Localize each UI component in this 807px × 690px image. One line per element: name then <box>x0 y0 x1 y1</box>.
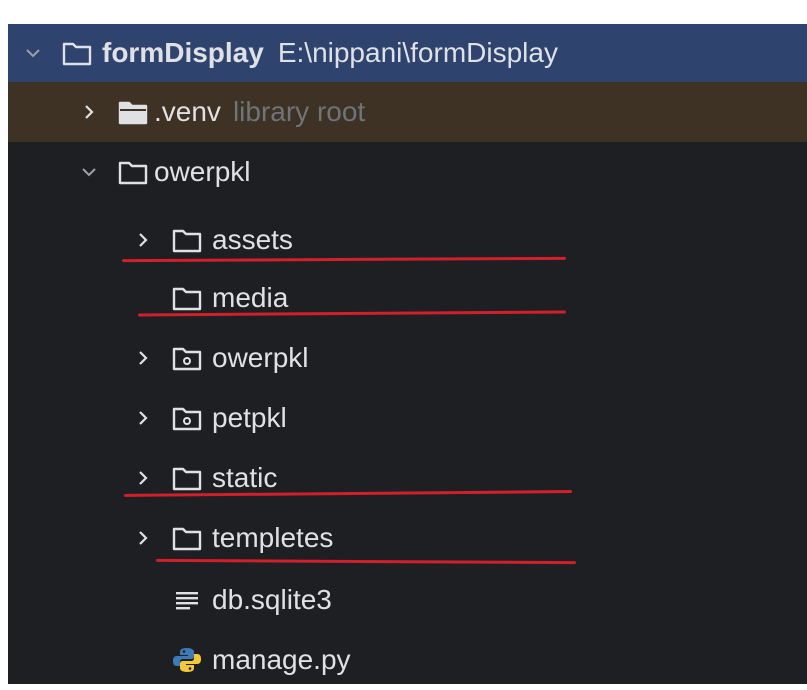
folder-icon <box>170 226 204 254</box>
tree-row-templetes[interactable]: templetes <box>8 508 807 568</box>
chevron-right-icon[interactable] <box>76 99 102 125</box>
chevron-right-icon[interactable] <box>130 345 156 371</box>
package-folder-icon <box>170 404 204 432</box>
folder-name: media <box>212 282 289 313</box>
project-tool-window: formDisplay E:\nippani\formDisplay .venv… <box>8 24 807 684</box>
venv-folder-name: .venv <box>154 96 221 127</box>
file-name: manage.py <box>212 644 351 675</box>
tree-row-db-sqlite3[interactable]: db.sqlite3 <box>8 570 807 630</box>
library-root-label: library root <box>232 96 366 127</box>
tree-row-petpkl[interactable]: petpkl <box>8 388 807 448</box>
folder-name: templetes <box>212 522 334 553</box>
package-folder-icon <box>170 344 204 372</box>
folder-name: petpkl <box>212 402 287 433</box>
tree-row-root[interactable]: formDisplay E:\nippani\formDisplay <box>8 24 807 82</box>
root-folder-path: E:\nippani\formDisplay <box>277 37 558 68</box>
folder-filled-icon <box>116 98 150 126</box>
tree-row-manage-py[interactable]: manage.py <box>8 630 807 690</box>
folder-name: owerpkl <box>154 156 251 187</box>
tree-row-owerpkl-package[interactable]: owerpkl <box>8 328 807 388</box>
chevron-right-icon[interactable] <box>130 465 156 491</box>
tree-row-venv[interactable]: .venv library root <box>8 82 807 142</box>
chevron-down-icon[interactable] <box>20 40 46 66</box>
chevron-right-icon[interactable] <box>130 227 156 253</box>
chevron-right-icon[interactable] <box>130 525 156 551</box>
folder-icon <box>170 464 204 492</box>
folder-icon <box>170 524 204 552</box>
folder-icon <box>170 284 204 312</box>
root-folder-name: formDisplay <box>102 37 264 68</box>
text-file-icon <box>170 586 204 614</box>
tree-row-media[interactable]: media <box>8 268 807 328</box>
tree-row-static[interactable]: static <box>8 448 807 508</box>
chevron-down-icon[interactable] <box>76 159 102 185</box>
folder-icon <box>60 39 94 67</box>
folder-name: owerpkl <box>212 342 309 373</box>
tree-row-owerpkl-project[interactable]: owerpkl <box>8 142 807 202</box>
file-name: db.sqlite3 <box>212 584 332 615</box>
folder-name: assets <box>212 224 293 255</box>
folder-icon <box>116 158 150 186</box>
folder-name: static <box>212 462 278 493</box>
chevron-right-icon[interactable] <box>130 405 156 431</box>
python-file-icon <box>170 646 204 674</box>
